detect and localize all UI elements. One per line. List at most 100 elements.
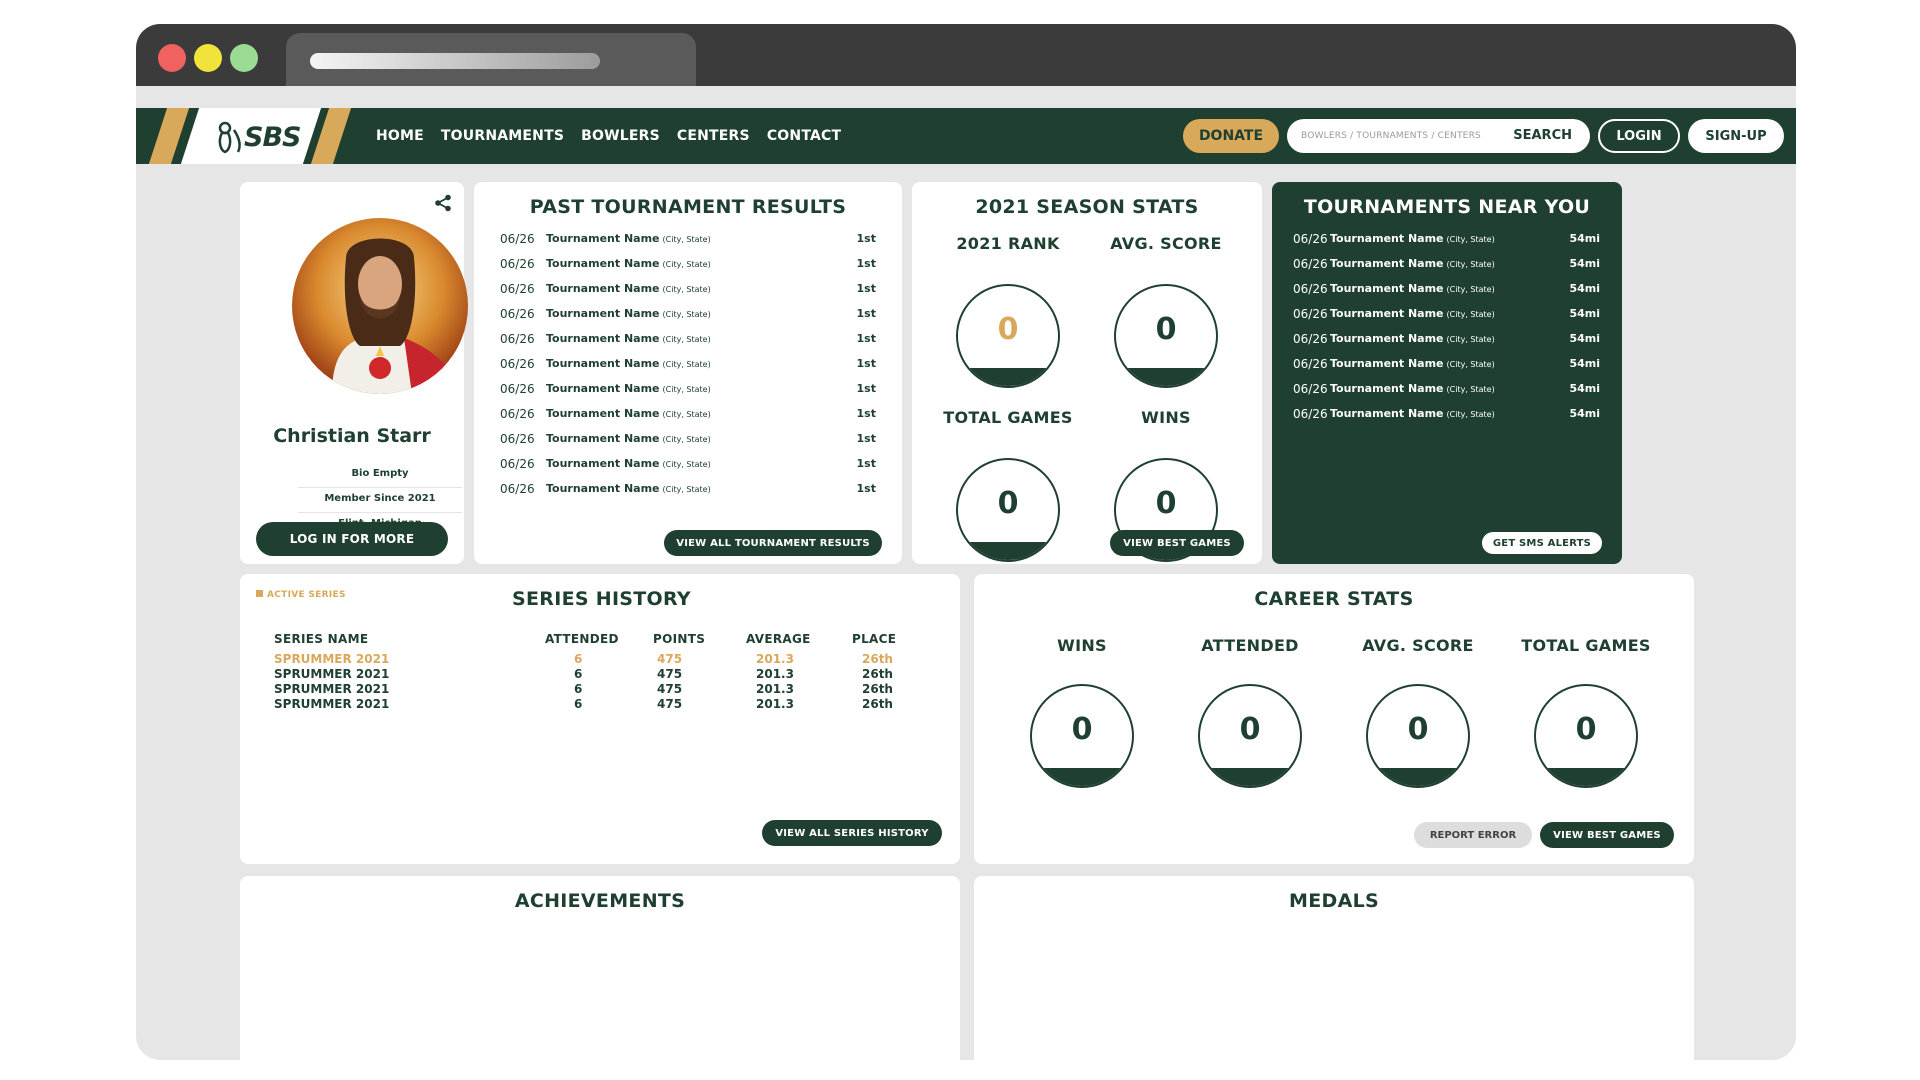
nearby-tournament-row[interactable]: 06/26 Tournament Name (City, State) 54mi xyxy=(1272,282,1622,302)
tournament-result-row[interactable]: 06/26 Tournament Name (City, State) 1st xyxy=(474,282,902,302)
view-all-tournament-results-button[interactable]: VIEW ALL TOURNAMENT RESULTS xyxy=(664,530,882,556)
nearby-tournament-row[interactable]: 06/26 Tournament Name (City, State) 54mi xyxy=(1272,382,1622,402)
minimize-window-button[interactable] xyxy=(194,44,222,72)
title-bar xyxy=(136,24,1796,86)
browser-tab[interactable] xyxy=(286,33,696,86)
result-date: 06/26 xyxy=(500,307,535,321)
result-date: 06/26 xyxy=(500,407,535,421)
result-tournament-title: Tournament Name xyxy=(546,407,660,420)
nearby-distance: 54mi xyxy=(1569,357,1600,370)
view-all-series-history-button[interactable]: VIEW ALL SERIES HISTORY xyxy=(762,820,942,846)
season-wins-value: 0 xyxy=(1155,486,1177,521)
donate-button[interactable]: DONATE xyxy=(1183,119,1279,153)
season-avg-score-circle: 0 xyxy=(1114,284,1218,388)
career-view-best-games-button[interactable]: VIEW BEST GAMES xyxy=(1540,822,1674,848)
result-date: 06/26 xyxy=(500,357,535,371)
series-row[interactable]: SPRUMMER 2021 6 475 201.3 26th xyxy=(240,697,960,714)
nearby-tournament-name: Tournament Name (City, State) xyxy=(1330,332,1495,345)
tournament-result-row[interactable]: 06/26 Tournament Name (City, State) 1st xyxy=(474,257,902,277)
report-error-button[interactable]: REPORT ERROR xyxy=(1414,822,1532,848)
result-date: 06/26 xyxy=(500,282,535,296)
series-attended: 6 xyxy=(574,652,583,666)
nearby-tournament-title: Tournament Name xyxy=(1330,382,1444,395)
season-rank-label: 2021 RANK xyxy=(956,234,1060,253)
nearby-tournament-row[interactable]: 06/26 Tournament Name (City, State) 54mi xyxy=(1272,232,1622,252)
site-logo[interactable]: SBS xyxy=(214,120,302,154)
result-location: (City, State) xyxy=(662,335,711,344)
result-tournament-name: Tournament Name (City, State) xyxy=(546,257,711,270)
result-place: 1st xyxy=(856,407,876,420)
career-avg-score-value: 0 xyxy=(1407,712,1429,747)
search-input[interactable]: BOWLERS / TOURNAMENTS / CENTERS xyxy=(1301,131,1481,141)
nav-tournaments[interactable]: TOURNAMENTS xyxy=(441,128,564,144)
maximize-window-button[interactable] xyxy=(230,44,258,72)
active-series-marker xyxy=(256,590,263,597)
close-window-button[interactable] xyxy=(158,44,186,72)
share-icon[interactable] xyxy=(434,194,452,212)
nearby-date: 06/26 xyxy=(1293,232,1328,246)
tournament-result-row[interactable]: 06/26 Tournament Name (City, State) 1st xyxy=(474,457,902,477)
result-location: (City, State) xyxy=(662,260,711,269)
series-average: 201.3 xyxy=(756,667,794,681)
nearby-tournament-row[interactable]: 06/26 Tournament Name (City, State) 54mi xyxy=(1272,307,1622,327)
log-in-for-more-button[interactable]: LOG IN FOR MORE xyxy=(256,522,448,556)
nearby-tournament-row[interactable]: 06/26 Tournament Name (City, State) 54mi xyxy=(1272,407,1622,427)
result-tournament-name: Tournament Name (City, State) xyxy=(546,357,711,370)
result-tournament-title: Tournament Name xyxy=(546,457,660,470)
result-date: 06/26 xyxy=(500,382,535,396)
series-points: 475 xyxy=(657,652,683,666)
signup-button[interactable]: SIGN-UP xyxy=(1688,119,1784,153)
result-tournament-name: Tournament Name (City, State) xyxy=(546,482,711,495)
career-total-games-value: 0 xyxy=(1575,712,1597,747)
nearby-date: 06/26 xyxy=(1293,332,1328,346)
tournament-result-row[interactable]: 06/26 Tournament Name (City, State) 1st xyxy=(474,482,902,502)
tournament-result-row[interactable]: 06/26 Tournament Name (City, State) 1st xyxy=(474,357,902,377)
nav-centers[interactable]: CENTERS xyxy=(677,128,750,144)
tournament-result-row[interactable]: 06/26 Tournament Name (City, State) 1st xyxy=(474,407,902,427)
result-place: 1st xyxy=(856,282,876,295)
nearby-distance: 54mi xyxy=(1569,332,1600,345)
nearby-tournament-title: Tournament Name xyxy=(1330,332,1444,345)
tournament-result-row[interactable]: 06/26 Tournament Name (City, State) 1st xyxy=(474,232,902,252)
login-button[interactable]: LOGIN xyxy=(1598,119,1680,153)
nearby-tournament-row[interactable]: 06/26 Tournament Name (City, State) 54mi xyxy=(1272,332,1622,352)
career-stats-title: CAREER STATS xyxy=(1254,588,1414,610)
nav-home[interactable]: HOME xyxy=(376,128,424,144)
active-series-tag: ACTIVE SERIES xyxy=(256,590,346,600)
result-tournament-name: Tournament Name (City, State) xyxy=(546,282,711,295)
season-view-best-games-button[interactable]: VIEW BEST GAMES xyxy=(1110,530,1244,556)
nearby-location: (City, State) xyxy=(1446,285,1495,294)
result-place: 1st xyxy=(856,332,876,345)
series-col-average: AVERAGE xyxy=(746,632,811,646)
result-tournament-title: Tournament Name xyxy=(546,482,660,495)
circle-fill xyxy=(1116,368,1216,386)
series-col-name: SERIES NAME xyxy=(274,632,369,646)
nearby-date: 06/26 xyxy=(1293,307,1328,321)
career-stats-card: CAREER STATS WINS 0 ATTENDED 0 AVG. SCOR… xyxy=(974,574,1694,864)
result-date: 06/26 xyxy=(500,432,535,446)
avatar xyxy=(292,218,468,394)
career-attended-label: ATTENDED xyxy=(1201,636,1299,655)
tournament-result-row[interactable]: 06/26 Tournament Name (City, State) 1st xyxy=(474,332,902,352)
nav-bowlers[interactable]: BOWLERS xyxy=(581,128,660,144)
achievements-title: ACHIEVEMENTS xyxy=(514,890,686,912)
get-sms-alerts-button[interactable]: GET SMS ALERTS xyxy=(1482,532,1602,554)
series-col-place: PLACE xyxy=(852,632,897,646)
series-average: 201.3 xyxy=(756,652,794,666)
search-button[interactable]: SEARCH xyxy=(1513,128,1572,143)
tournament-result-row[interactable]: 06/26 Tournament Name (City, State) 1st xyxy=(474,307,902,327)
nav-contact[interactable]: CONTACT xyxy=(767,128,841,144)
search-bar[interactable]: BOWLERS / TOURNAMENTS / CENTERS SEARCH xyxy=(1287,119,1590,153)
circle-fill xyxy=(1368,768,1468,786)
logo-text: SBS xyxy=(244,122,301,153)
career-total-games-circle: 0 xyxy=(1534,684,1638,788)
result-tournament-title: Tournament Name xyxy=(546,232,660,245)
logo-area[interactable]: SBS xyxy=(136,108,360,164)
result-place: 1st xyxy=(856,257,876,270)
nearby-date: 06/26 xyxy=(1293,282,1328,296)
tournament-result-row[interactable]: 06/26 Tournament Name (City, State) 1st xyxy=(474,432,902,452)
nearby-tournament-row[interactable]: 06/26 Tournament Name (City, State) 54mi xyxy=(1272,357,1622,377)
nearby-tournament-row[interactable]: 06/26 Tournament Name (City, State) 54mi xyxy=(1272,257,1622,277)
profile-member-since: Member Since 2021 xyxy=(298,493,462,513)
tournament-result-row[interactable]: 06/26 Tournament Name (City, State) 1st xyxy=(474,382,902,402)
